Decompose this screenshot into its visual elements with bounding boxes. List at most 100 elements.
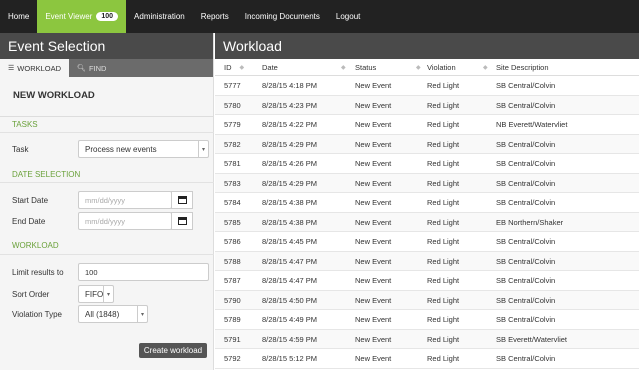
cell-violation: Red Light [427, 295, 460, 305]
violation-type-select[interactable]: All (1848) ▾ [78, 305, 148, 323]
cell-id: 5779 [224, 120, 241, 130]
workload-title: Workload [215, 33, 639, 59]
cell-status: New Event [355, 295, 392, 305]
violation-type-value: All (1848) [85, 309, 120, 319]
cell-status: New Event [355, 100, 392, 110]
workload-section-title: WORKLOAD [12, 241, 59, 250]
column-header-status[interactable]: Status [355, 59, 376, 76]
nav-logout[interactable]: Logout [328, 0, 368, 33]
cell-violation: Red Light [427, 315, 460, 325]
nav-home[interactable]: Home [0, 0, 37, 33]
table-row[interactable]: 5791 8/28/15 4:59 PM New Event Red Light SB … [215, 329, 639, 349]
cell-site-description: SB Central/Colvin [496, 256, 556, 266]
table-row[interactable]: 5784 8/28/15 4:38 PM New Event Red Light SB … [215, 193, 639, 213]
cell-id: 5783 [224, 178, 241, 188]
cell-site-description: SB Central/Colvin [496, 295, 556, 305]
column-header-date[interactable]: Date [262, 59, 278, 76]
table-row[interactable]: 5785 8/28/15 4:38 PM New Event Red Light EB … [215, 212, 639, 232]
calendar-icon [177, 196, 187, 204]
cell-id: 5781 [224, 159, 241, 169]
column-header-id[interactable]: ID ◆ [224, 59, 244, 76]
task-label: Task [12, 145, 29, 154]
table-row[interactable]: 5792 8/28/15 5:12 PM New Event Red Light SB … [215, 349, 639, 369]
column-header-label: Date [262, 63, 278, 72]
cell-date: 8/28/15 4:50 PM [262, 295, 318, 305]
cell-status: New Event [355, 198, 392, 208]
table-row[interactable]: 5781 8/28/15 4:26 PM New Event Red Light SB … [215, 154, 639, 174]
cell-violation: Red Light [427, 178, 460, 188]
sort-icon: ◆ [341, 65, 346, 71]
column-header-site-description[interactable]: Site Description [496, 59, 549, 76]
cell-id: 5784 [224, 198, 241, 208]
tab-workload[interactable]: ☰ WORKLOAD [0, 59, 70, 77]
column-header-violation[interactable]: Violation [427, 59, 456, 76]
cell-id: 5791 [224, 334, 241, 344]
cell-status: New Event [355, 354, 392, 364]
search-icon: 🔍︎ [77, 65, 86, 72]
chevron-down-icon: ▾ [198, 141, 208, 157]
sort-icon: ◆ [416, 65, 421, 71]
table-row[interactable]: 5788 8/28/15 4:47 PM New Event Red Light SB … [215, 251, 639, 271]
cell-violation: Red Light [427, 354, 460, 364]
new-workload-heading: NEW WORKLOAD [0, 77, 213, 117]
workload-divider [0, 254, 214, 255]
cell-status: New Event [355, 120, 392, 130]
cell-id: 5786 [224, 237, 241, 247]
violation-type-label: Violation Type [12, 310, 62, 319]
cell-status: New Event [355, 237, 392, 247]
cell-violation: Red Light [427, 256, 460, 266]
column-header-label: Violation [427, 63, 456, 72]
tab-workload-label: WORKLOAD [17, 63, 62, 73]
cell-status: New Event [355, 315, 392, 325]
table-row[interactable]: 5783 8/28/15 4:29 PM New Event Red Light SB … [215, 173, 639, 193]
cell-site-description: SB Central/Colvin [496, 159, 556, 169]
cell-id: 5782 [224, 139, 241, 149]
cell-violation: Red Light [427, 198, 460, 208]
top-navigation: Home Event Viewer 100 Administration Rep… [0, 0, 639, 33]
table-row[interactable]: 5786 8/28/15 4:45 PM New Event Red Light SB … [215, 232, 639, 252]
task-select[interactable]: Process new events ▾ [78, 140, 209, 158]
tab-find[interactable]: 🔍︎ FIND [69, 59, 114, 77]
nav-reports[interactable]: Reports [193, 0, 237, 33]
sort-icon: ◆ [239, 65, 245, 71]
end-date-picker-button[interactable] [171, 212, 193, 230]
table-row[interactable]: 5780 8/28/15 4:23 PM New Event Red Light SB … [215, 95, 639, 115]
limit-label: Limit results to [12, 268, 64, 277]
nav-event-viewer[interactable]: Event Viewer 100 [37, 0, 127, 33]
cell-date: 8/28/15 4:38 PM [262, 217, 318, 227]
limit-input[interactable]: 100 [78, 263, 209, 281]
cell-date: 8/28/15 4:18 PM [262, 81, 318, 91]
cell-violation: Red Light [427, 100, 460, 110]
column-header-label: Status [355, 63, 377, 72]
table-header: ID ◆ Date ◆ Status ◆ Violation ◆ Site Des… [215, 59, 639, 76]
start-date-picker-button[interactable] [171, 191, 193, 209]
cell-id: 5780 [224, 100, 241, 110]
table-row[interactable]: 5789 8/28/15 4:49 PM New Event Red Light SB … [215, 310, 639, 330]
cell-site-description: NB Everett/Watervliet [496, 120, 568, 130]
column-header-label: ID [224, 63, 232, 72]
cell-status: New Event [355, 256, 392, 266]
cell-id: 5785 [224, 217, 241, 227]
create-workload-button[interactable]: Create workload [139, 343, 207, 358]
cell-id: 5790 [224, 295, 241, 305]
table-body: 5777 8/28/15 4:18 PM New Event Red Light SB … [215, 76, 639, 369]
nav-administration[interactable]: Administration [126, 0, 193, 33]
table-row[interactable]: 5777 8/28/15 4:18 PM New Event Red Light SB … [215, 76, 639, 96]
sort-order-select[interactable]: FIFO ▾ [78, 285, 114, 303]
cell-site-description: SB Central/Colvin [496, 178, 556, 188]
table-row[interactable]: 5779 8/28/15 4:22 PM New Event Red Light NB … [215, 115, 639, 135]
end-date-input[interactable]: mm/dd/yyyy [78, 212, 172, 230]
cell-site-description: SB Central/Colvin [496, 276, 556, 286]
nav-event-viewer-label: Event Viewer [45, 12, 93, 21]
cell-violation: Red Light [427, 81, 460, 91]
cell-date: 8/28/15 4:47 PM [262, 256, 318, 266]
workload-panel: Workload ID ◆ Date ◆ Status ◆ Violation ◆… [215, 33, 639, 370]
date-section-title: DATE SELECTION [12, 170, 81, 179]
start-date-input[interactable]: mm/dd/yyyy [78, 191, 172, 209]
cell-date: 8/28/15 4:38 PM [262, 198, 318, 208]
nav-incoming-documents[interactable]: Incoming Documents [237, 0, 328, 33]
table-row[interactable]: 5787 8/28/15 4:47 PM New Event Red Light SB … [215, 271, 639, 291]
table-row[interactable]: 5790 8/28/15 4:50 PM New Event Red Light SB … [215, 290, 639, 310]
cell-status: New Event [355, 178, 392, 188]
table-row[interactable]: 5782 8/28/15 4:29 PM New Event Red Light SB … [215, 134, 639, 154]
